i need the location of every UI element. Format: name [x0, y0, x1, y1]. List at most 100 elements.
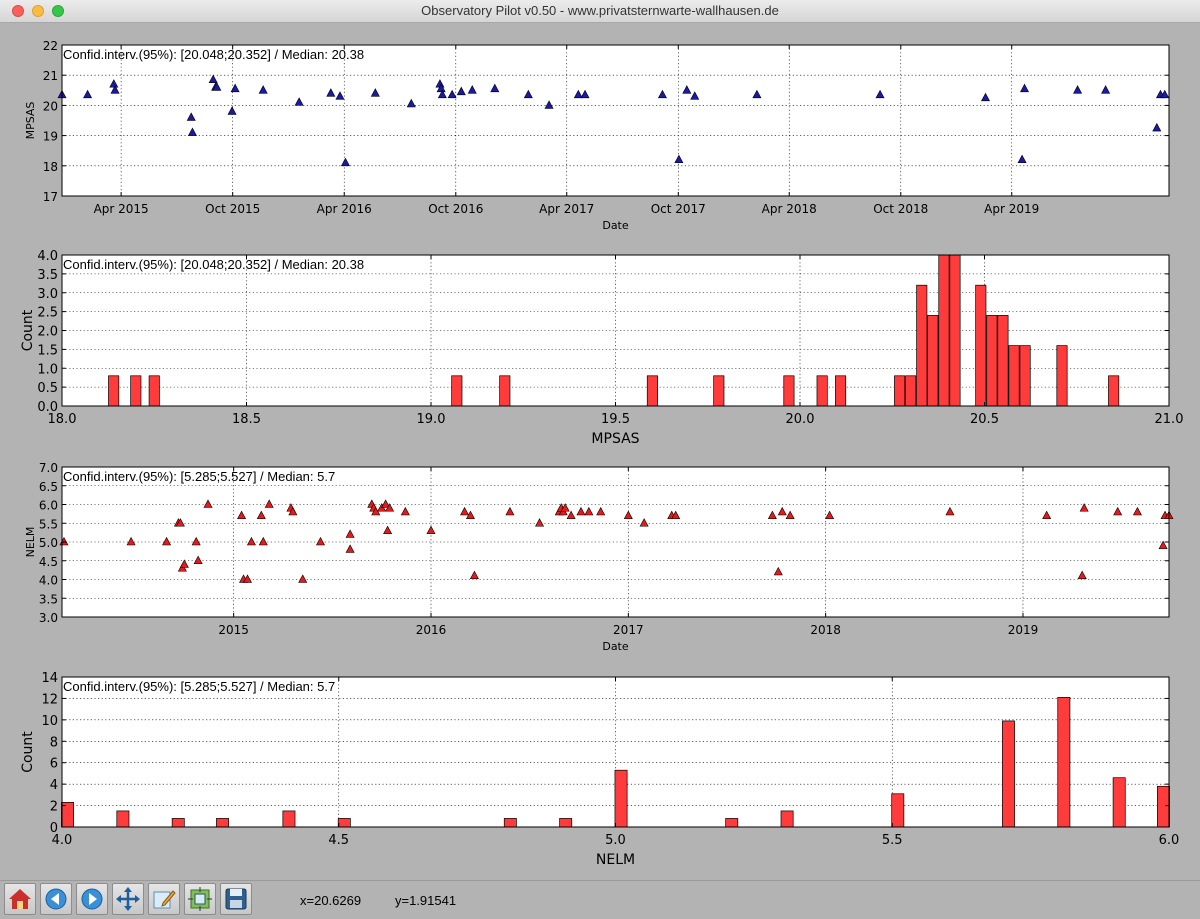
x-tick-label: 20.5 [970, 412, 999, 427]
plot-panel-3: 2015 2016 2017 2018 2019 3.0 3.5 4.0 4.5 5.0 5.5 6.… [24, 461, 1174, 653]
app-window: Observatory Pilot v0.50 - www.privatster… [0, 0, 1200, 919]
x-tick-label: Apr 2017 [539, 202, 594, 216]
histogram-bar [783, 375, 795, 407]
save-button[interactable] [220, 883, 252, 915]
histogram-bar [1008, 345, 1020, 407]
histogram-bar [986, 315, 998, 407]
histogram-bar [499, 375, 511, 407]
x-tick-label: 2018 [810, 623, 841, 637]
y-tick-label: 8 [50, 735, 58, 750]
y-tick-label: 2.0 [37, 325, 58, 340]
histogram-bar [1019, 345, 1031, 407]
y-tick-label: 1.5 [37, 343, 58, 358]
histogram-bar [725, 818, 739, 828]
figure-canvas[interactable]: Apr 2015 Oct 2015 Apr 2016 Oct 2016 Apr 2017… [0, 23, 1200, 879]
histogram-bar [916, 284, 928, 407]
x-tick-label: 18.5 [232, 412, 261, 427]
y-tick-label: 17 [43, 190, 58, 204]
y-tick-label: 3.0 [39, 611, 58, 625]
y-tick-label: 19 [43, 130, 58, 144]
configure-button[interactable] [184, 883, 216, 915]
y-axis-label: NELM [24, 527, 37, 558]
y-tick-label: 6 [50, 757, 58, 772]
pan-button[interactable] [112, 883, 144, 915]
x-coordinate-readout: x=20.6269 [300, 893, 362, 908]
y-tick-label: 6.0 [39, 499, 58, 513]
confidence-interval-annotation: Confid.interv.(95%): [5.285;5.527] / Med… [63, 469, 335, 484]
x-tick-label: Apr 2016 [317, 202, 372, 216]
forward-button[interactable] [76, 883, 108, 915]
histogram-bar [894, 375, 906, 407]
histogram-bar [646, 375, 658, 407]
histogram-bar [975, 284, 987, 407]
plot-panel-1: Apr 2015 Oct 2015 Apr 2016 Oct 2016 Apr 2017… [24, 39, 1170, 232]
x-tick-label: 2017 [613, 623, 644, 637]
y-axis-label: MPSAS [24, 102, 37, 140]
histogram-bar [938, 254, 950, 407]
x-tick-label: Apr 2019 [984, 202, 1039, 216]
histogram-bar [116, 810, 130, 828]
y-tick-label: 3.5 [37, 268, 58, 283]
arrow-right-icon [81, 888, 103, 910]
confidence-interval-annotation: Confid.interv.(95%): [20.048;20.352] / M… [63, 257, 364, 272]
back-button[interactable] [40, 883, 72, 915]
arrow-left-icon [45, 888, 67, 910]
y-coordinate-readout: y=1.91541 [395, 893, 457, 908]
x-tick-label: Oct 2017 [651, 202, 706, 216]
histogram-bar [216, 818, 229, 828]
histogram-bar [1108, 375, 1120, 407]
histogram-bar [891, 793, 905, 828]
histogram-bar [337, 818, 351, 828]
histogram-bar [927, 315, 939, 407]
histogram-bar [559, 818, 573, 828]
x-tick-label: 5.5 [882, 833, 903, 848]
histogram-bar [997, 315, 1009, 407]
x-tick-label: Oct 2016 [428, 202, 483, 216]
y-tick-label: 5.0 [39, 536, 58, 550]
histogram-bar [503, 818, 517, 828]
home-icon [9, 889, 31, 909]
y-tick-label: 21 [43, 69, 58, 83]
x-axis-label: Date [602, 219, 629, 232]
x-tick-label: 4.5 [328, 833, 349, 848]
y-tick-label: 4.5 [39, 555, 58, 569]
plot-panel-4: 4.0 4.5 5.0 5.5 6.002468101214NELMCountConfi… [20, 671, 1179, 868]
histogram-bar [1157, 785, 1170, 828]
histogram-bar [614, 769, 628, 828]
title-bar: Observatory Pilot v0.50 - www.privatster… [0, 0, 1200, 23]
x-tick-label: 5.0 [605, 833, 626, 848]
histogram-bar [905, 375, 917, 407]
histogram-bar [816, 375, 828, 407]
home-button[interactable] [4, 883, 36, 915]
move-icon [116, 887, 140, 911]
histogram-bar [780, 810, 794, 828]
histogram-bar [148, 375, 160, 407]
x-axis-label: Date [602, 640, 629, 653]
y-tick-label: 4.0 [39, 574, 58, 588]
histogram-bar [282, 810, 296, 828]
y-tick-label: 1.0 [37, 362, 58, 377]
x-tick-label: Apr 2018 [762, 202, 817, 216]
confidence-interval-annotation: Confid.interv.(95%): [20.048;20.352] / M… [63, 47, 364, 62]
confidence-interval-annotation: Confid.interv.(95%): [5.285;5.527] / Med… [63, 679, 335, 694]
x-tick-label: 6.0 [1159, 833, 1180, 848]
y-tick-label: 3.0 [37, 287, 58, 302]
axes-background [62, 45, 1169, 196]
save-icon [225, 888, 247, 910]
y-tick-label: 12 [41, 692, 58, 707]
configure-icon [188, 887, 212, 911]
y-tick-label: 4 [50, 778, 58, 793]
x-tick-label: 2016 [416, 623, 447, 637]
histogram-bar [1057, 697, 1071, 828]
histogram-bar [108, 375, 120, 407]
y-tick-label: 0 [50, 821, 58, 836]
y-tick-label: 3.5 [39, 592, 58, 606]
x-tick-label: Apr 2015 [94, 202, 149, 216]
edit-button[interactable] [148, 883, 180, 915]
histogram-bar [835, 375, 847, 407]
x-tick-label: Oct 2015 [205, 202, 260, 216]
y-tick-label: 7.0 [39, 461, 58, 475]
histogram-bar [451, 375, 463, 407]
edit-icon [153, 890, 176, 909]
histogram-bar [130, 375, 142, 407]
